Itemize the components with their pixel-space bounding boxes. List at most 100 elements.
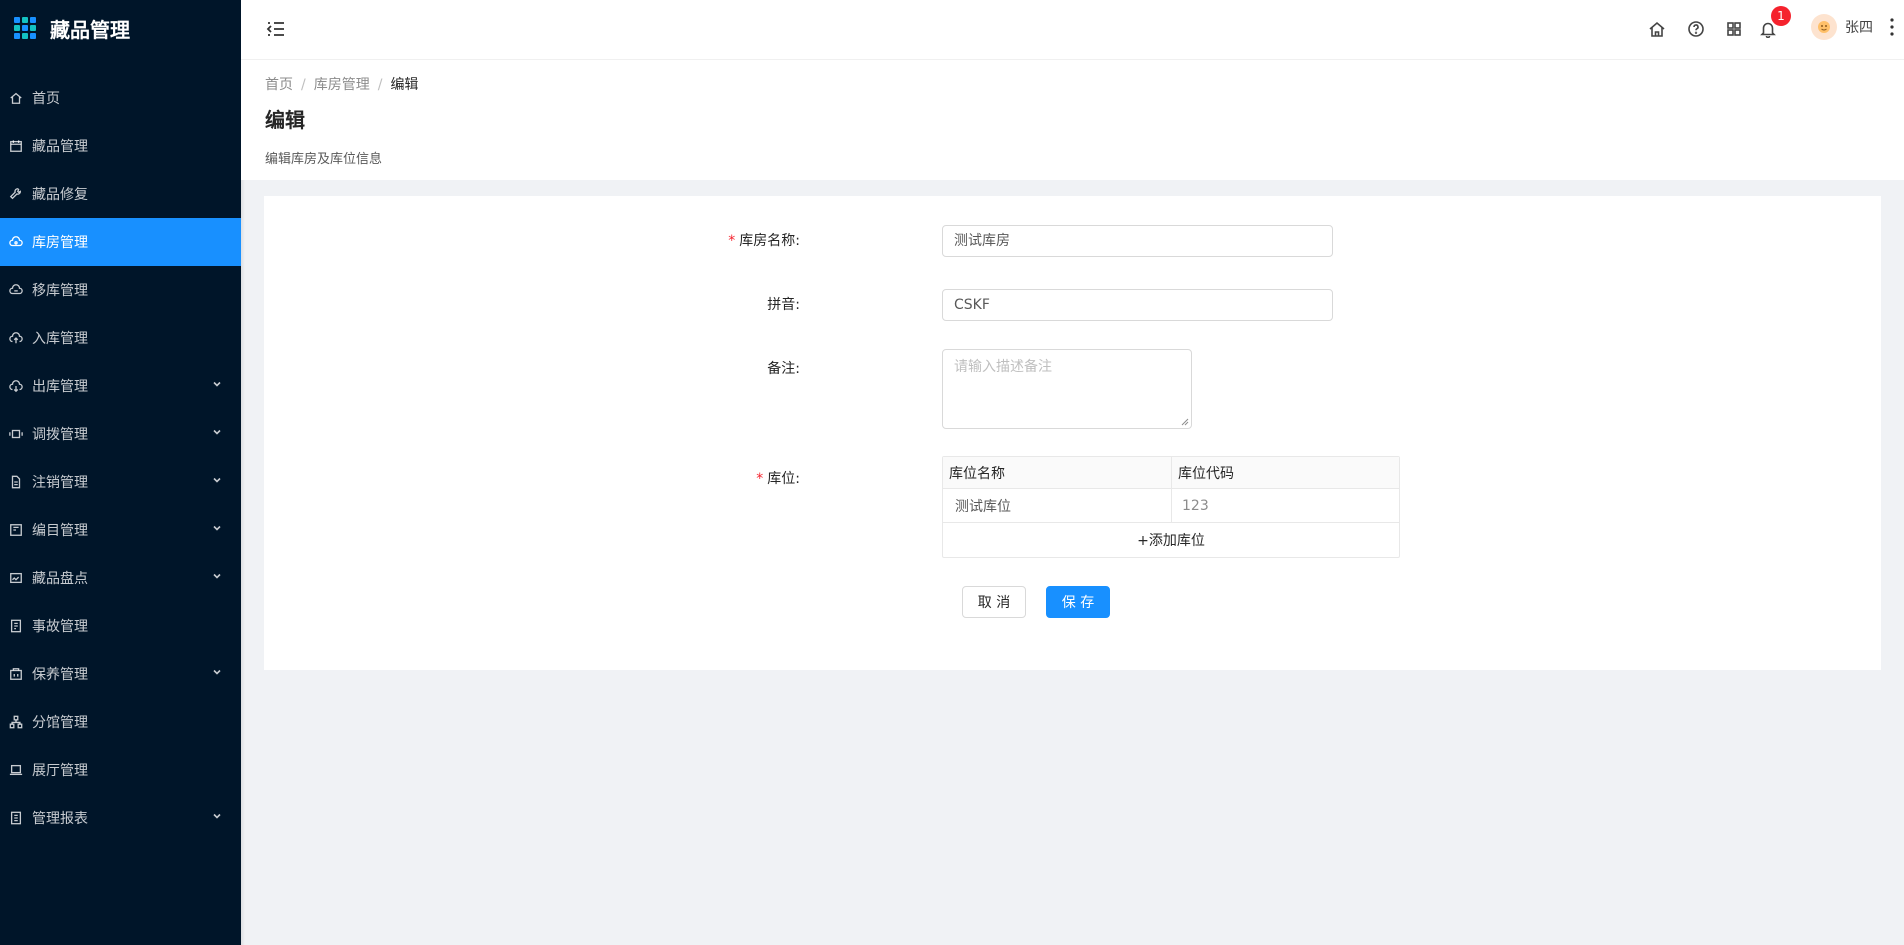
sidebar-item-label: 事故管理: [32, 619, 88, 635]
catalog-icon: [8, 522, 24, 538]
sidebar-item-0[interactable]: 首页: [0, 74, 241, 122]
menu-fold-icon[interactable]: [265, 18, 287, 40]
accident-icon: [8, 618, 24, 634]
inventory-icon: [8, 570, 24, 586]
sidebar-item-7[interactable]: 调拨管理: [0, 410, 241, 458]
sidebar-item-12[interactable]: 保养管理: [0, 650, 241, 698]
cloud-download-icon: [8, 378, 24, 394]
sidebar-item-14[interactable]: 展厅管理: [0, 746, 241, 794]
note-textarea[interactable]: 请输入描述备注: [942, 349, 1192, 429]
sidebar-item-label: 藏品修复: [32, 187, 88, 203]
location-label: * 库位:: [756, 471, 800, 487]
report-icon: [8, 810, 24, 826]
avatar[interactable]: [1811, 14, 1837, 40]
save-button[interactable]: 保 存: [1046, 586, 1110, 618]
location-code-cell[interactable]: 123: [1172, 489, 1399, 522]
sidebar-item-label: 保养管理: [32, 667, 88, 683]
pinyin-label: 拼音:: [767, 297, 800, 313]
note-placeholder: 请输入描述备注: [954, 359, 1052, 375]
page-description: 编辑库房及库位信息: [265, 152, 383, 167]
sidebar-item-label: 出库管理: [32, 379, 88, 395]
help-icon[interactable]: [1687, 20, 1705, 38]
breadcrumb-separator: /: [377, 77, 383, 93]
top-header: 1 张四: [241, 0, 1904, 60]
chevron-down-icon: [211, 810, 223, 822]
required-mark: *: [728, 233, 736, 249]
cloud-icon: [8, 234, 24, 250]
file-icon: [8, 474, 24, 490]
calendar-icon: [8, 138, 24, 154]
page-header: 首页 / 库房管理 / 编辑 编辑 编辑库房及库位信息: [241, 60, 1904, 180]
add-location-button[interactable]: +添加库位: [943, 523, 1399, 557]
column-header-code: 库位代码: [1178, 465, 1234, 482]
laptop-icon: [8, 762, 24, 778]
pinyin-input[interactable]: CSKF: [942, 289, 1333, 321]
sidebar-item-label: 入库管理: [32, 331, 88, 347]
chevron-down-icon: [211, 522, 223, 534]
username[interactable]: 张四: [1845, 17, 1873, 37]
sidebar-item-10[interactable]: 藏品盘点: [0, 554, 241, 602]
edit-form-card: * 库房名称: 测试库房 拼音: CSKF 备注: 请输入描述备注 * 库位: 库位…: [264, 196, 1881, 670]
sidebar-item-label: 藏品盘点: [32, 571, 88, 587]
sidebar-item-1[interactable]: 藏品管理: [0, 122, 241, 170]
page-title: 编辑: [265, 108, 305, 132]
note-label: 备注:: [767, 361, 800, 377]
sidebar-item-9[interactable]: 编目管理: [0, 506, 241, 554]
sidebar-item-3[interactable]: 库房管理: [0, 218, 241, 266]
cluster-icon: [8, 714, 24, 730]
cloud-sync-icon: [8, 282, 24, 298]
chevron-down-icon: [211, 666, 223, 678]
sidebar-item-label: 调拨管理: [32, 427, 88, 443]
cancel-button[interactable]: 取 消: [962, 586, 1026, 618]
sidebar-item-2[interactable]: 藏品修复: [0, 170, 241, 218]
sidebar-item-15[interactable]: 管理报表: [0, 794, 241, 842]
cloud-upload-icon: [8, 330, 24, 346]
sidebar-item-label: 注销管理: [32, 475, 88, 491]
sidebar-item-5[interactable]: 入库管理: [0, 314, 241, 362]
table-header: 库位名称 库位代码: [943, 457, 1399, 489]
app-logo[interactable]: 藏品管理: [0, 0, 241, 56]
sidebar-item-11[interactable]: 事故管理: [0, 602, 241, 650]
home-icon[interactable]: [1648, 20, 1666, 38]
notification-badge: 1: [1771, 6, 1791, 26]
breadcrumb-home[interactable]: 首页: [265, 77, 293, 93]
sidebar-item-6[interactable]: 出库管理: [0, 362, 241, 410]
location-table: 库位名称 库位代码 测试库位 123 +添加库位: [942, 456, 1400, 558]
maintenance-icon: [8, 666, 24, 682]
required-mark: *: [756, 471, 764, 487]
sidebar: 藏品管理 首页 藏品管理 藏品修复 库房管理 移库管理 入库管理 出库管理 调拨管理 注销管理编…: [0, 0, 241, 945]
sidebar-item-label: 移库管理: [32, 283, 88, 299]
chevron-down-icon: [211, 570, 223, 582]
sidebar-item-label: 藏品管理: [32, 139, 88, 155]
tool-icon: [8, 186, 24, 202]
sidebar-menu: 首页藏品管理藏品修复库房管理移库管理入库管理出库管理调拨管理注销管理编目管理藏品…: [0, 74, 241, 842]
sidebar-item-8[interactable]: 注销管理: [0, 458, 241, 506]
warehouse-name-input[interactable]: 测试库房: [942, 225, 1333, 257]
sidebar-item-label: 分馆管理: [32, 715, 88, 731]
breadcrumb-current: 编辑: [390, 77, 419, 93]
sidebar-item-4[interactable]: 移库管理: [0, 266, 241, 314]
resize-handle-icon[interactable]: [1181, 418, 1189, 426]
sidebar-item-13[interactable]: 分馆管理: [0, 698, 241, 746]
chevron-down-icon: [211, 426, 223, 438]
app-title: 藏品管理: [50, 17, 130, 42]
app-grid-icon: [14, 17, 36, 39]
home-icon: [8, 90, 24, 106]
more-vertical-icon[interactable]: [1887, 16, 1897, 38]
warehouse-name-label: * 库房名称:: [728, 233, 800, 249]
table-row: 测试库位 123: [943, 489, 1399, 523]
sidebar-item-label: 管理报表: [32, 811, 88, 827]
sidebar-item-label: 展厅管理: [32, 763, 88, 779]
breadcrumb-section[interactable]: 库房管理: [314, 77, 370, 93]
column-header-name: 库位名称: [943, 457, 1172, 488]
sidebar-item-label: 首页: [32, 91, 60, 107]
sidebar-item-label: 编目管理: [32, 523, 88, 539]
chevron-down-icon: [211, 378, 223, 390]
chevron-down-icon: [211, 474, 223, 486]
breadcrumb: 首页 / 库房管理 / 编辑: [265, 74, 418, 94]
transfer-icon: [8, 426, 24, 442]
sidebar-item-label: 库房管理: [32, 235, 88, 251]
apps-icon[interactable]: [1725, 20, 1743, 38]
location-name-cell[interactable]: 测试库位: [943, 489, 1172, 522]
breadcrumb-separator: /: [301, 77, 306, 93]
